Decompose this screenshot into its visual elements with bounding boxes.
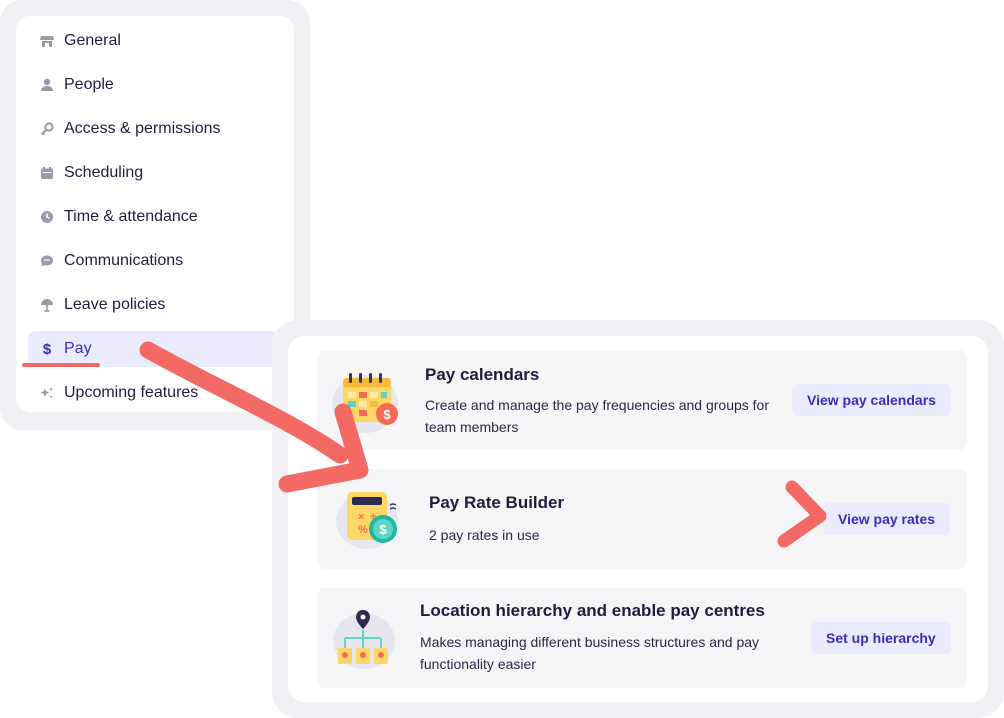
sidebar-item-label: Scheduling <box>64 164 144 181</box>
dollar-icon: $ <box>42 340 52 358</box>
svg-text:×: × <box>358 511 364 523</box>
settings-nav: General People Access & permissions Sche… <box>16 16 294 412</box>
sidebar-item-general[interactable]: General <box>28 23 279 59</box>
pay-calendar-illustration-icon: $ <box>332 373 398 433</box>
clock-icon <box>40 210 54 224</box>
pay-calendars-card: $ Pay calendars Create and manage the pa… <box>317 350 967 450</box>
sidebar-item-leave-policies[interactable]: Leave policies <box>28 287 279 323</box>
pay-underline-annotation <box>22 363 100 367</box>
person-icon <box>40 78 54 92</box>
view-pay-calendars-button[interactable]: View pay calendars <box>792 384 951 416</box>
card-title: Location hierarchy and enable pay centre… <box>420 601 765 620</box>
sidebar-item-people[interactable]: People <box>28 67 279 103</box>
location-hierarchy-illustration-icon <box>333 610 395 669</box>
pay-rate-builder-card: × + % $ Pay Rate Builder 2 pay rates in … <box>317 469 967 569</box>
svg-text:%: % <box>358 524 368 536</box>
sidebar-item-label: General <box>64 32 121 49</box>
card-description: Create and manage the pay frequencies an… <box>425 397 770 435</box>
sidebar-item-communications[interactable]: Communications <box>28 243 279 279</box>
sidebar-item-label: Pay <box>64 340 92 357</box>
svg-text:$: $ <box>383 407 391 422</box>
calendar-icon <box>40 166 54 180</box>
umbrella-icon <box>40 298 54 312</box>
card-title: Pay calendars <box>425 365 540 384</box>
card-description: 2 pay rates in use <box>429 527 540 543</box>
sidebar-item-access-permissions[interactable]: Access & permissions <box>28 111 279 147</box>
sidebar-item-label: People <box>64 76 114 93</box>
svg-text:$: $ <box>379 522 387 537</box>
card-description: Makes managing different business struct… <box>420 634 760 672</box>
location-hierarchy-card: Location hierarchy and enable pay centre… <box>317 588 967 688</box>
card-title: Pay Rate Builder <box>429 493 565 512</box>
sidebar-item-label: Communications <box>64 252 184 269</box>
set-up-hierarchy-button[interactable]: Set up hierarchy <box>811 622 951 654</box>
sidebar-item-time-attendance[interactable]: Time & attendance <box>28 199 279 235</box>
sidebar-item-label: Access & permissions <box>64 120 221 137</box>
sidebar-item-pay[interactable]: $ Pay <box>28 331 279 367</box>
chat-icon <box>40 254 54 268</box>
sidebar-item-label: Time & attendance <box>64 208 198 225</box>
sidebar-item-label: Upcoming features <box>64 384 199 401</box>
key-icon <box>40 122 54 136</box>
view-pay-rates-button[interactable]: View pay rates <box>823 503 951 535</box>
sidebar-item-scheduling[interactable]: Scheduling <box>28 155 279 191</box>
store-icon <box>40 34 54 48</box>
sparkle-icon <box>40 386 54 400</box>
pay-rate-calculator-illustration-icon: × + % $ <box>336 492 398 549</box>
sidebar-item-upcoming-features[interactable]: Upcoming features <box>28 375 279 411</box>
sidebar-item-label: Leave policies <box>64 296 166 313</box>
